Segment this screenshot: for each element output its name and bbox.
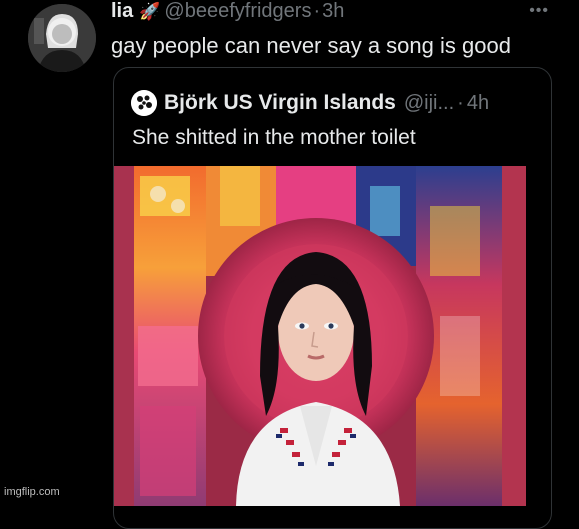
header-separator: · [313,0,321,22]
quoted-author-name[interactable]: Björk US Virgin Islands [164,91,396,115]
quoted-header-separator: · [457,91,464,114]
rocket-emoji-icon: 🚀 [139,2,161,21]
quoted-author-avatar[interactable] [131,90,157,116]
author-avatar[interactable] [28,4,96,72]
author-name[interactable]: lia [111,0,133,22]
quoted-tweet-card[interactable]: Björk US Virgin Islands @iji... · 4h She… [113,67,552,529]
author-handle[interactable]: @beeefyfridgers [164,0,311,22]
quoted-tweet-text: She shitted in the mother toilet [132,126,416,149]
imgflip-watermark: imgflip.com [4,486,60,498]
quoted-author-handle[interactable]: @iji... [404,92,454,115]
quoted-tweet-header: Björk US Virgin Islands @iji... · 4h [131,90,489,116]
album-cover-image[interactable] [114,166,526,506]
more-horizontal-icon[interactable]: ••• [529,2,549,20]
bjork-avatar-icon [131,90,157,116]
quoted-tweet-timestamp[interactable]: 4h [467,92,489,115]
tweet-text: gay people can never say a song is good [111,33,511,58]
tweet-timestamp[interactable]: 3h [322,0,344,22]
tweet-header: lia 🚀 @beeefyfridgers · 3h [111,0,344,24]
